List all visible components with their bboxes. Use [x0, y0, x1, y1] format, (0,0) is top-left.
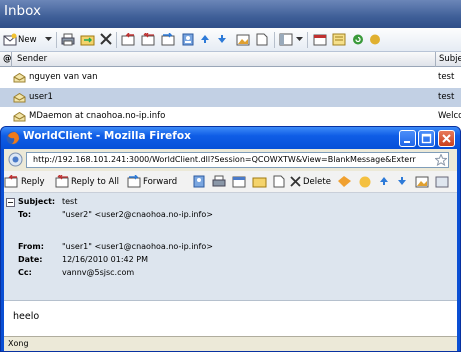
new-button[interactable]: New [18, 35, 37, 45]
message-list-header: @ Sender Subje [0, 52, 461, 67]
date-label: Date: [18, 255, 43, 264]
status-bar: Xong [4, 336, 457, 351]
calendar-icon[interactable] [232, 175, 246, 188]
message-header-panel: Subject: test To: "user2" <user2@cnaohoa… [4, 193, 457, 301]
window-title: WorldClient - Mozilla Firefox [23, 130, 191, 142]
forward-icon [127, 175, 142, 188]
opened-envelope-icon [13, 73, 26, 83]
message-row-selected[interactable]: user1 test [0, 88, 461, 107]
to-value[interactable]: "user2" <user2@cnaohoa.no-ip.info> [62, 210, 213, 219]
from-label: From: [18, 242, 44, 251]
reply-icon [4, 175, 18, 188]
arrow-down-icon[interactable] [217, 34, 227, 44]
opened-envelope-icon [13, 93, 26, 103]
refresh-icon[interactable] [351, 33, 365, 46]
collapse-toggle-icon[interactable] [6, 198, 15, 207]
inbox-toolbar: New [0, 28, 461, 52]
document-icon[interactable] [256, 33, 268, 46]
new-message-icon[interactable] [3, 33, 17, 46]
message-body[interactable]: heelo [4, 301, 457, 336]
message-toolbar: Reply Reply to All Forward Delete [4, 171, 457, 193]
chevron-down-icon[interactable] [45, 36, 52, 42]
message-body-text: heelo [13, 311, 40, 322]
options-icon[interactable] [369, 33, 381, 46]
toolbar-divider [56, 32, 57, 48]
subject-cell: test [438, 92, 455, 102]
date-value: 12/16/2010 01:42 PM [62, 255, 148, 264]
toolbar-divider [307, 32, 308, 48]
move-folder-icon[interactable] [80, 33, 95, 46]
sender-cell: user1 [29, 92, 53, 102]
document-icon[interactable] [273, 175, 285, 188]
firefox-window: WorldClient - Mozilla Firefox http://192… [0, 126, 461, 352]
attachment-column-header[interactable]: @ [0, 52, 12, 67]
subject-value: test [62, 197, 78, 206]
subject-label: Subject: [18, 197, 56, 206]
from-value[interactable]: "user1" <user1@cnaohoa.no-ip.info> [62, 242, 213, 251]
opened-envelope-icon [13, 112, 26, 122]
arrow-up-icon[interactable] [379, 176, 389, 186]
message-row[interactable]: nguyen van van test [0, 68, 461, 87]
close-button[interactable] [438, 130, 455, 147]
bookmark-star-icon[interactable] [435, 154, 447, 166]
toolbar-divider [274, 32, 275, 48]
to-label: To: [18, 210, 32, 219]
window-title-bar[interactable]: WorldClient - Mozilla Firefox [1, 127, 460, 149]
more-options-icon[interactable] [435, 175, 449, 188]
arrow-up-icon[interactable] [200, 34, 210, 44]
move-folder-icon[interactable] [252, 175, 267, 188]
subject-cell: Welco [438, 111, 461, 121]
junk-mail-icon[interactable] [337, 175, 352, 188]
reply-all-icon [55, 175, 70, 188]
print-icon[interactable] [61, 33, 75, 46]
address-book-icon[interactable] [192, 175, 206, 188]
delete-icon[interactable] [100, 33, 112, 45]
address-book-icon[interactable] [181, 33, 195, 46]
toolbar-divider [116, 32, 117, 48]
reply-all-button[interactable]: Reply to All [71, 177, 119, 187]
layout-icon[interactable] [279, 33, 293, 46]
url-input[interactable]: http://192.168.101.241:3000/WorldClient.… [26, 152, 449, 168]
notes-icon[interactable] [332, 33, 346, 46]
maximize-button[interactable] [418, 130, 435, 147]
image-icon[interactable] [415, 175, 429, 188]
subject-column-header[interactable]: Subje [436, 52, 461, 67]
sender-cell: MDaemon at cnaohoa.no-ip.info [29, 111, 166, 121]
forward-button[interactable]: Forward [143, 177, 177, 187]
print-icon[interactable] [212, 175, 226, 188]
calendar-icon[interactable] [313, 33, 327, 46]
site-identity-icon[interactable] [8, 152, 23, 167]
subject-cell: test [438, 72, 455, 82]
inbox-title: Inbox [0, 0, 461, 28]
sender-column-header[interactable]: Sender [12, 52, 436, 67]
navigation-bar: http://192.168.101.241:3000/WorldClient.… [4, 149, 457, 171]
not-junk-icon[interactable] [358, 175, 373, 188]
cc-value[interactable]: vannv@5sjsc.com [62, 268, 134, 277]
reply-all-icon[interactable] [141, 33, 156, 46]
message-row[interactable]: MDaemon at cnaohoa.no-ip.info Welco [0, 107, 461, 126]
browser-content: http://192.168.101.241:3000/WorldClient.… [4, 149, 457, 351]
arrow-down-icon[interactable] [397, 176, 407, 186]
delete-icon [290, 176, 301, 187]
cc-label: Cc: [18, 268, 32, 277]
forward-icon[interactable] [161, 33, 176, 46]
sender-cell: nguyen van van [29, 72, 98, 82]
reply-button[interactable]: Reply [21, 177, 45, 187]
chevron-down-icon[interactable] [296, 36, 303, 42]
reply-icon[interactable] [121, 33, 136, 46]
minimize-button[interactable] [399, 130, 416, 147]
firefox-icon [6, 131, 20, 145]
delete-button[interactable]: Delete [303, 177, 331, 187]
image-icon[interactable] [236, 33, 250, 46]
